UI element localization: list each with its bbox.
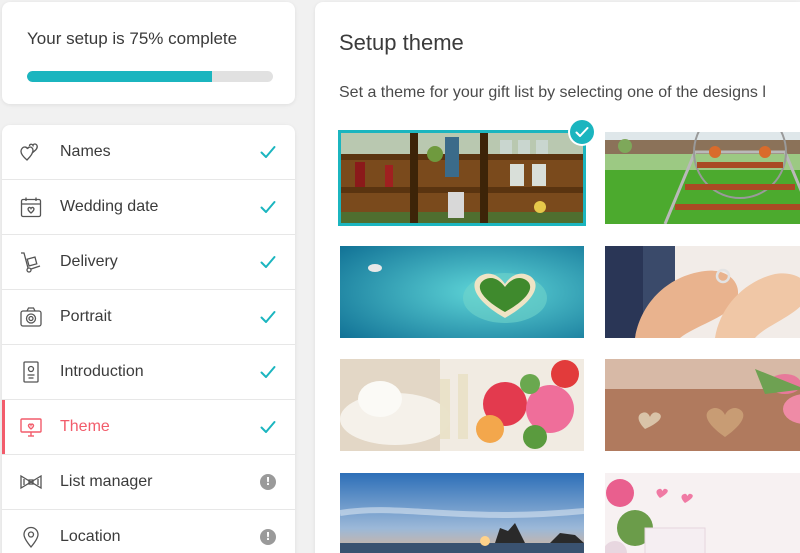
- check-icon: [259, 308, 277, 326]
- check-icon: [259, 418, 277, 436]
- selected-theme-check-icon: [570, 120, 594, 144]
- theme-option-wedding-rings[interactable]: [605, 246, 800, 338]
- step-label: List manager: [60, 473, 153, 490]
- hand-truck-icon: [18, 249, 44, 275]
- gift-bow-icon: [18, 469, 44, 495]
- theme-option-heart-island[interactable]: [340, 246, 584, 338]
- theme-panel: Setup theme Set a theme for your gift li…: [315, 2, 800, 553]
- location-pin-icon: [18, 524, 44, 550]
- step-label: Portrait: [60, 308, 112, 325]
- check-icon: [259, 253, 277, 271]
- step-theme[interactable]: Theme: [2, 400, 295, 455]
- theme-option-tulips-hearts[interactable]: [605, 359, 800, 451]
- setup-progress-card: Your setup is 75% complete: [2, 2, 295, 104]
- step-names[interactable]: Names: [2, 125, 295, 180]
- theme-option-pink-flowers-gift[interactable]: [605, 473, 800, 553]
- step-wedding-date[interactable]: Wedding date: [2, 180, 295, 235]
- check-icon: [259, 363, 277, 381]
- setup-steps-nav: Names Wedding date Delivery Portrait Int…: [2, 125, 295, 553]
- theme-option-garden-cake-stand[interactable]: [605, 132, 800, 224]
- theme-option-sunset-sea[interactable]: [340, 473, 584, 553]
- theme-option-champagne-flowers[interactable]: [340, 359, 584, 451]
- setup-progress-bar: [27, 71, 273, 82]
- card-icon: [18, 359, 44, 385]
- calendar-icon: [18, 194, 44, 220]
- step-label: Names: [60, 143, 111, 160]
- monitor-icon: [18, 414, 44, 440]
- check-icon: [259, 198, 277, 216]
- step-introduction[interactable]: Introduction: [2, 345, 295, 400]
- theme-description: Set a theme for your gift list by select…: [339, 84, 766, 101]
- step-location[interactable]: Location !: [2, 510, 295, 553]
- theme-option-bar-shelves[interactable]: [338, 130, 586, 226]
- step-delivery[interactable]: Delivery: [2, 235, 295, 290]
- step-label: Introduction: [60, 363, 144, 380]
- check-icon: [259, 143, 277, 161]
- setup-progress-text: Your setup is 75% complete: [27, 29, 238, 48]
- step-portrait[interactable]: Portrait: [2, 290, 295, 345]
- step-label: Theme: [60, 418, 110, 435]
- info-icon: !: [259, 473, 277, 491]
- setup-progress-fill: [27, 71, 212, 82]
- info-icon: !: [259, 528, 277, 546]
- step-label: Delivery: [60, 253, 118, 270]
- step-label: Wedding date: [60, 198, 159, 215]
- step-list-manager[interactable]: List manager !: [2, 455, 295, 510]
- camera-icon: [18, 304, 44, 330]
- page-title: Setup theme: [339, 30, 464, 55]
- hearts-icon: [18, 139, 44, 165]
- step-label: Location: [60, 528, 121, 545]
